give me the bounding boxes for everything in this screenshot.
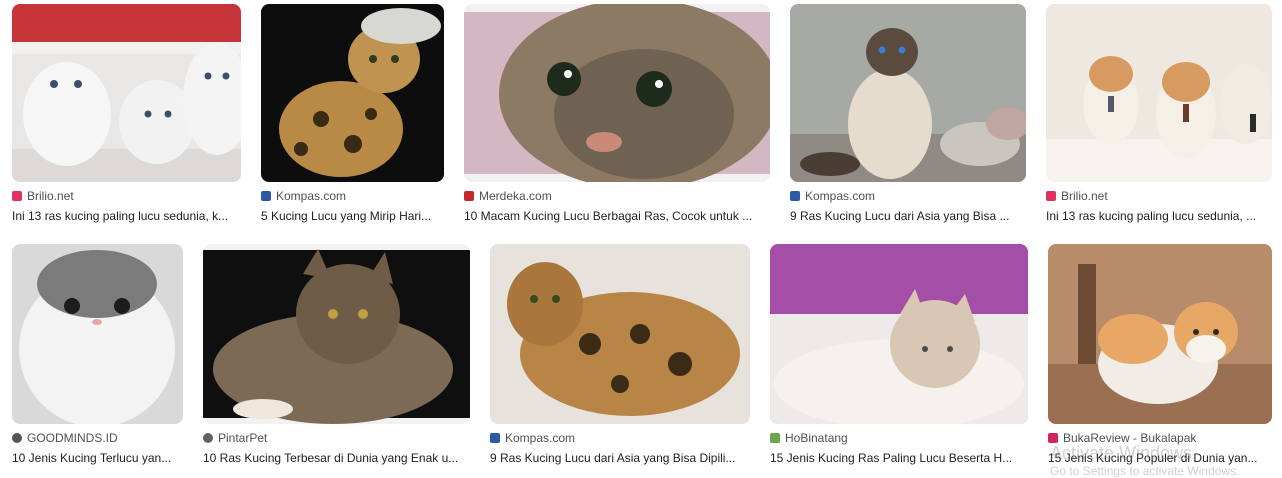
munchkin-image [1048,244,1272,424]
result-source[interactable]: HoBinatang [770,430,848,446]
source-label: Brilio.net [1061,189,1108,203]
kitten-blanket-image [770,244,1028,424]
goodminds-icon [12,433,22,443]
result-source[interactable]: PintarPet [203,430,267,446]
result-source[interactable]: Brilio.net [12,188,74,204]
source-label: Brilio.net [27,189,74,203]
hobinatang-icon [770,433,780,443]
brilio-icon [12,191,22,201]
result-thumbnail[interactable] [12,4,241,182]
kompas-icon [261,191,271,201]
result-title[interactable]: 15 Jenis Kucing Ras Paling Lucu Beserta … [770,451,1028,465]
result-title[interactable]: 15 Jenis Kucing Populer di Dunia yan... [1048,451,1262,465]
source-label: Merdeka.com [479,189,552,203]
result-source[interactable]: Kompas.com [261,188,346,204]
tabby-closeup-image [464,4,770,182]
source-label: HoBinatang [785,431,848,445]
source-label: PintarPet [218,431,268,445]
result-title[interactable]: 5 Kucing Lucu yang Mirip Hari... [261,209,444,223]
bukalapak-icon [1048,433,1058,443]
result-thumbnail[interactable] [790,4,1026,182]
siamese-image [790,4,1026,182]
brilio-icon [1046,191,1056,201]
result-title[interactable]: 9 Ras Kucing Lucu dari Asia yang Bisa ..… [790,209,1026,223]
result-source[interactable]: BukaReview - Bukalapak [1048,430,1196,446]
source-label: Kompas.com [805,189,876,203]
merdeka-icon [464,191,474,201]
result-thumbnail[interactable] [1048,244,1272,424]
result-source[interactable]: Kompas.com [490,430,575,446]
source-label: Kompas.com [276,189,347,203]
result-source[interactable]: Kompas.com [790,188,875,204]
result-thumbnail[interactable] [203,244,470,424]
kompas-icon [790,191,800,201]
source-label: GOODMINDS.ID [27,431,118,445]
source-label: Kompas.com [505,431,576,445]
activate-windows-subtext: Go to Settings to activate Windows. [1050,464,1240,478]
result-thumbnail[interactable] [261,4,444,182]
bengal-hat-image [261,4,444,182]
source-label: BukaReview - Bukalapak [1063,431,1197,445]
result-source[interactable]: Brilio.net [1046,188,1108,204]
persian-image [12,244,183,424]
result-thumbnail[interactable] [1046,4,1272,182]
result-title[interactable]: 10 Ras Kucing Terbesar di Dunia yang Ena… [203,451,470,465]
kompas-icon [490,433,500,443]
result-title[interactable]: Ini 13 ras kucing paling lucu sedunia, k… [12,209,241,223]
result-source[interactable]: GOODMINDS.ID [12,430,118,446]
result-thumbnail[interactable] [12,244,183,424]
result-source[interactable]: Merdeka.com [464,188,552,204]
bengal-standing-image [490,244,750,424]
pintarpet-icon [203,433,213,443]
kittens-image [12,4,241,182]
result-title[interactable]: 9 Ras Kucing Lucu dari Asia yang Bisa Di… [490,451,750,465]
exotic-kittens-image [1046,4,1272,182]
result-thumbnail[interactable] [490,244,750,424]
result-title[interactable]: 10 Macam Kucing Lucu Berbagai Ras, Cocok… [464,209,770,223]
maine-coon-image [203,244,470,424]
result-title[interactable]: Ini 13 ras kucing paling lucu sedunia, .… [1046,209,1262,223]
result-thumbnail[interactable] [464,4,770,182]
result-title[interactable]: 10 Jenis Kucing Terlucu yan... [12,451,183,465]
result-thumbnail[interactable] [770,244,1028,424]
